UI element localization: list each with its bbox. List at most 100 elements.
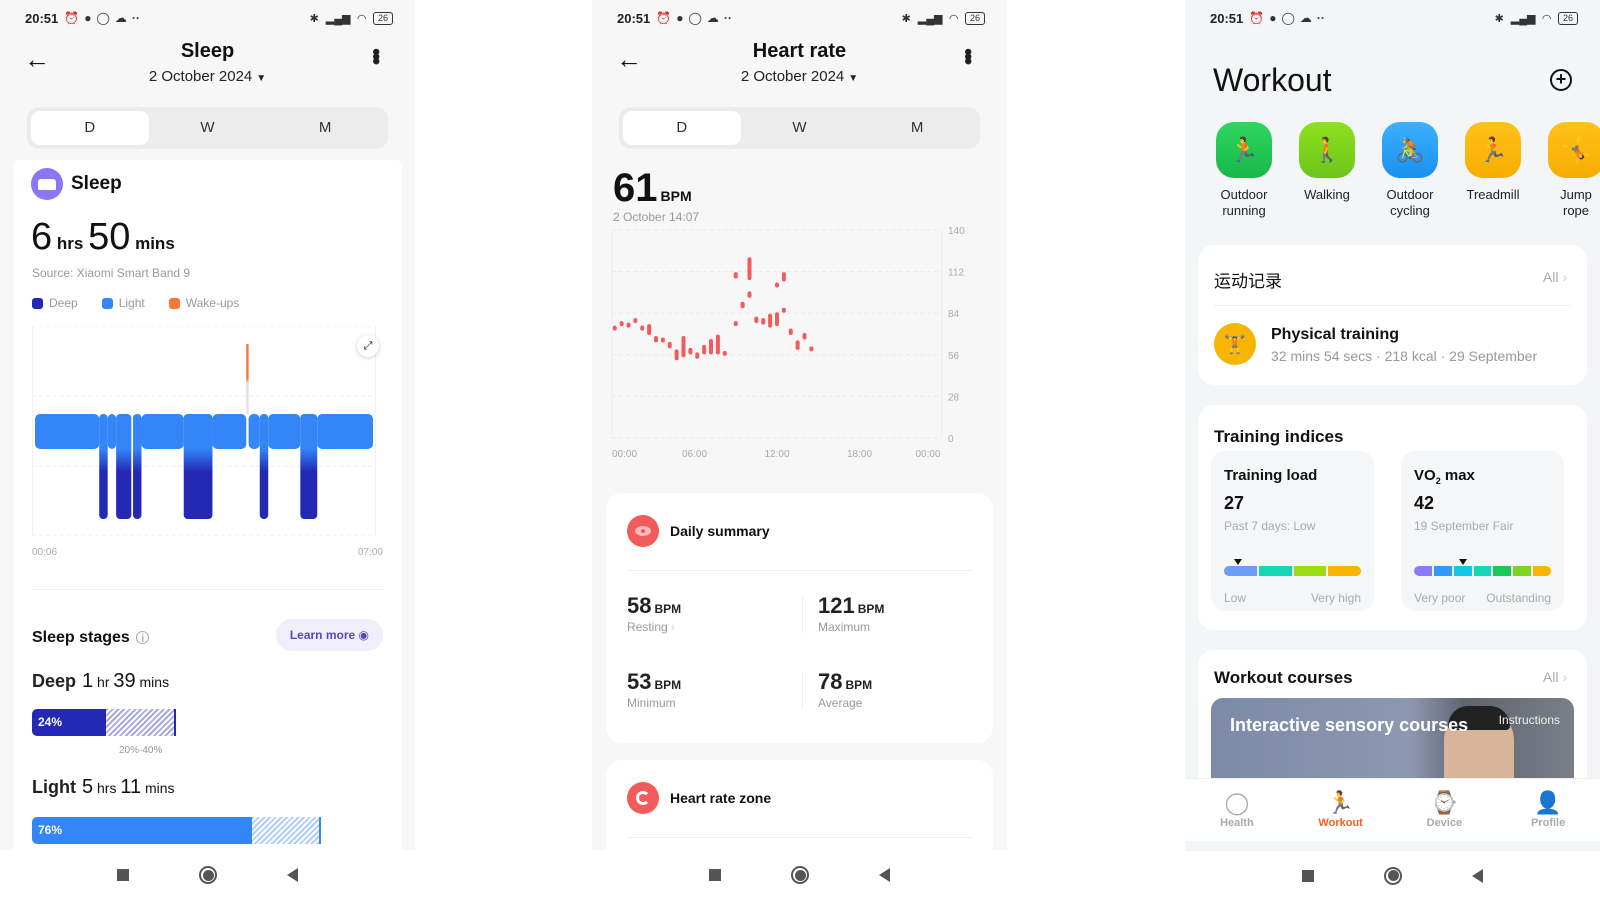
battery-indicator: 26 bbox=[1557, 11, 1578, 25]
tab-workout[interactable]: 🏃 Workout bbox=[1289, 779, 1393, 841]
home-button[interactable] bbox=[1384, 866, 1402, 885]
legend-light: Light bbox=[101, 296, 145, 310]
duration-hours-unit: hrs bbox=[56, 234, 84, 253]
status-bar: 20:51 ⏰ ● ◯ ☁ ·· ✱ ▂▄▆ ◠ 26 bbox=[1185, 0, 1600, 36]
axis-start-label: 00:06 bbox=[32, 547, 58, 558]
heart-rate-value: 61 bbox=[613, 166, 658, 210]
activity-shortcuts: 🏃 Outdoor running 🚶 Walking 🚴 Outdoor cycli… bbox=[1215, 122, 1600, 219]
recents-button[interactable] bbox=[709, 869, 721, 881]
activity-outdoor-cycling[interactable]: 🚴 Outdoor cycling bbox=[1381, 122, 1439, 219]
activity-treadmill[interactable]: 🏃 Treadmill bbox=[1464, 122, 1522, 219]
stage-name: Light bbox=[32, 777, 76, 797]
record-title[interactable]: Physical training bbox=[1271, 326, 1399, 344]
tile-subtitle: 19 September Fair bbox=[1414, 519, 1514, 533]
records-all-link[interactable]: All › bbox=[1543, 269, 1567, 285]
sleep-stage-chart[interactable] bbox=[32, 326, 376, 536]
date-selector[interactable]: 2 October 2024 ▼ bbox=[592, 68, 1007, 85]
expand-chart-icon[interactable]: ⤢ bbox=[357, 335, 379, 357]
all-label: All bbox=[1542, 669, 1559, 685]
sleep-segment-light bbox=[212, 414, 247, 449]
stat-average: 78 BPM Average bbox=[818, 669, 978, 710]
duration-minutes-unit: mins bbox=[135, 234, 175, 253]
add-icon[interactable]: + bbox=[1550, 69, 1572, 91]
date-selector[interactable]: 2 October 2024 ▼ bbox=[0, 68, 415, 85]
spotify-icon: ● bbox=[1269, 11, 1277, 25]
heart-rate-point bbox=[747, 257, 752, 281]
more-options-icon[interactable]: ••• bbox=[363, 48, 389, 62]
heart-rate-zone-card[interactable]: Heart rate zone bbox=[606, 760, 993, 860]
status-bar: 20:51 ⏰ ● ◯ ☁ ·· ✱ ▂▄▆ ◠ 26 bbox=[592, 0, 1007, 36]
period-segmented-control: D W M bbox=[27, 107, 388, 149]
segment-day[interactable]: D bbox=[31, 111, 149, 145]
tab-device[interactable]: ⌚ Device bbox=[1393, 779, 1497, 841]
vo2max-tile[interactable]: VO2 max 42 19 September Fair Very poor O… bbox=[1401, 451, 1564, 611]
daily-summary-header: Daily summary bbox=[627, 515, 770, 547]
workout-screen: 20:51 ⏰ ● ◯ ☁ ·· ✱ ▂▄▆ ◠ 26 Workout + 🏃 Outdoor … bbox=[1185, 0, 1600, 900]
heart-rate-point bbox=[612, 325, 617, 331]
status-time: 20:51 bbox=[25, 10, 59, 26]
page-title: Heart rate bbox=[752, 40, 847, 62]
segment-month[interactable]: M bbox=[266, 111, 384, 145]
chevron-right-icon: › bbox=[1562, 669, 1567, 685]
training-load-tile[interactable]: Training load 27 Past 7 days: Low Low Ve… bbox=[1211, 451, 1374, 611]
course-banner[interactable]: Interactive sensory courses Instructions bbox=[1211, 698, 1574, 788]
whatsapp-icon: ◯ bbox=[96, 11, 110, 25]
activity-outdoor-running[interactable]: 🏃 Outdoor running bbox=[1215, 122, 1273, 219]
heart-rate-point bbox=[802, 333, 807, 340]
x-tick-label: 00:00 bbox=[612, 449, 637, 460]
info-icon[interactable]: i bbox=[136, 631, 150, 644]
heart-rate-unit: BPM bbox=[660, 188, 692, 204]
home-button[interactable] bbox=[791, 866, 809, 884]
sleep-segment-light bbox=[35, 414, 100, 449]
heart-rate-point bbox=[747, 291, 752, 298]
segment-week[interactable]: W bbox=[741, 111, 859, 145]
segment-day[interactable]: D bbox=[623, 111, 741, 145]
back-button[interactable] bbox=[879, 868, 890, 882]
stage-bar-fill: 24% bbox=[32, 709, 106, 736]
y-tick-label: 0 bbox=[948, 434, 954, 445]
tile-subtitle: Past 7 days: Low bbox=[1224, 519, 1316, 533]
tile-value: 42 bbox=[1414, 493, 1435, 513]
segment-month[interactable]: M bbox=[858, 111, 976, 145]
stage-minutes: 11 bbox=[120, 776, 142, 798]
heart-rate-chart[interactable]: 0 28 56 84 112 140 00:00 06:00 12:00 18:00 00:00 bbox=[607, 225, 992, 470]
segment-week[interactable]: W bbox=[149, 111, 267, 145]
data-source: Source: Xiaomi Smart Band 9 bbox=[32, 266, 191, 280]
tab-profile[interactable]: 👤 Profile bbox=[1496, 779, 1600, 841]
heart-rate-point bbox=[681, 335, 686, 358]
stage-hours: 1 bbox=[82, 670, 94, 692]
duration-minutes: 50 bbox=[88, 216, 131, 258]
recents-button[interactable] bbox=[1302, 869, 1314, 882]
home-button[interactable] bbox=[199, 866, 217, 884]
activity-walking[interactable]: 🚶 Walking bbox=[1298, 122, 1356, 219]
banner-instructions-tag[interactable]: Instructions bbox=[1499, 713, 1560, 727]
back-button[interactable] bbox=[1472, 868, 1483, 883]
y-tick-label: 84 bbox=[948, 309, 960, 320]
stage-target-range bbox=[252, 817, 321, 844]
whatsapp-icon: ◯ bbox=[1281, 11, 1295, 25]
tab-health[interactable]: ◯ Health bbox=[1185, 779, 1289, 841]
activity-jump-rope[interactable]: 🤸 Jump rope bbox=[1547, 122, 1600, 219]
vo2-title-main: VO bbox=[1414, 467, 1436, 484]
sleep-segment-light bbox=[141, 414, 184, 449]
stage-minutes-unit: mins bbox=[145, 780, 175, 796]
heart-rate-point bbox=[626, 322, 631, 328]
back-button[interactable] bbox=[287, 868, 298, 882]
stat-resting[interactable]: 58 BPM Resting › bbox=[627, 593, 787, 634]
gauge-segment bbox=[1224, 566, 1257, 576]
stage-bar-fill: 76% bbox=[32, 817, 252, 844]
y-tick-label: 56 bbox=[948, 351, 960, 362]
learn-more-button[interactable]: Learn more ◉ bbox=[275, 619, 383, 651]
system-nav-bar bbox=[0, 850, 415, 900]
cloud-icon: ☁ bbox=[114, 11, 127, 25]
more-options-icon[interactable]: ••• bbox=[955, 48, 981, 62]
sleep-segment-light bbox=[107, 414, 117, 449]
learn-more-label: Learn more bbox=[289, 628, 356, 642]
bottom-tab-bar: ◯ Health 🏃 Workout ⌚ Device 👤 Profile bbox=[1185, 778, 1600, 841]
cycling-icon: 🚴 bbox=[1382, 122, 1438, 178]
heart-rate-point bbox=[809, 346, 814, 352]
courses-all-link[interactable]: All › bbox=[1543, 669, 1567, 685]
stat-unit: BPM bbox=[857, 602, 885, 616]
gauge-high-label: Outstanding bbox=[1486, 591, 1551, 605]
recents-button[interactable] bbox=[117, 869, 129, 881]
